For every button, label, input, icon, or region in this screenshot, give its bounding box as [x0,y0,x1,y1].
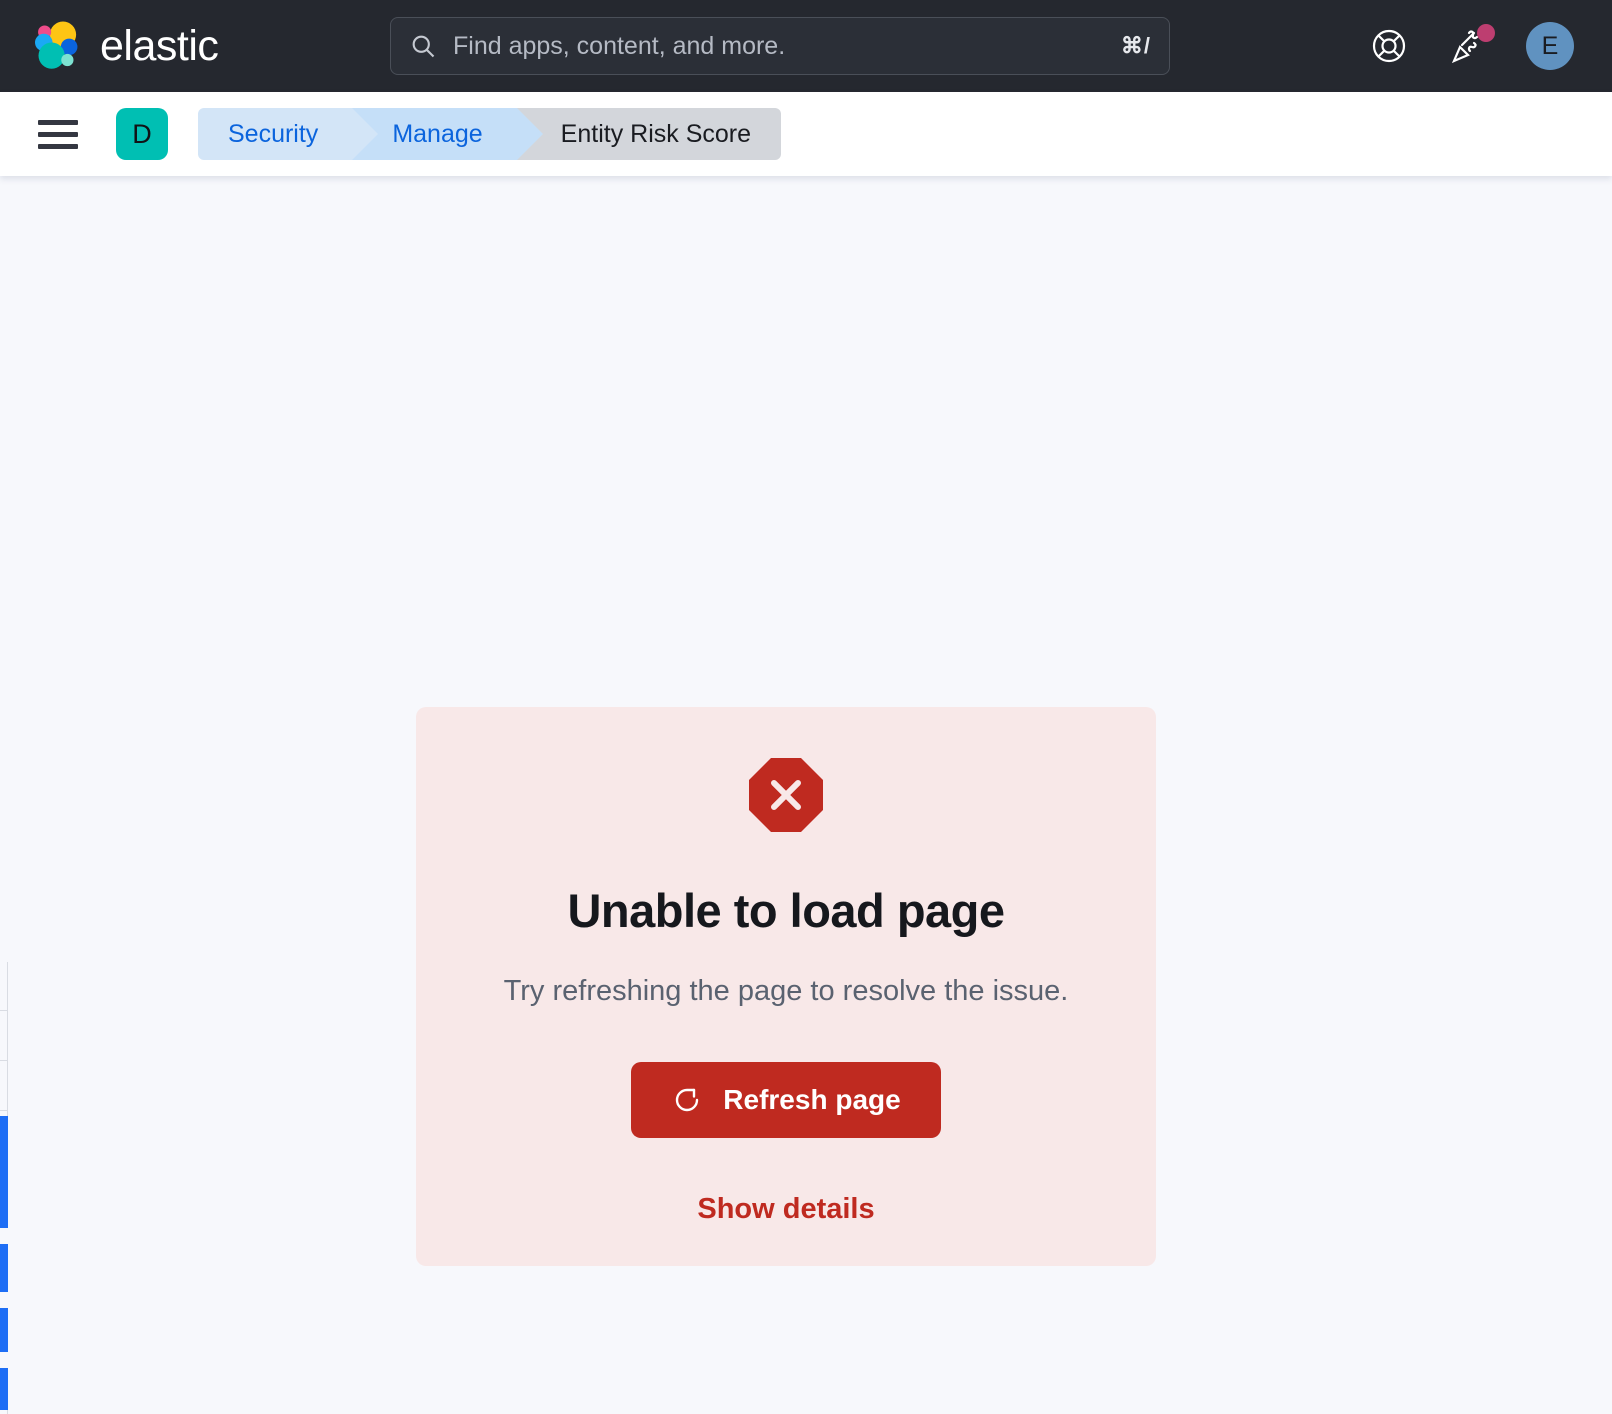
page-title: Unable to load page [567,884,1005,937]
header-actions: E [1366,0,1574,92]
error-panel: Unable to load page Try refreshing the p… [416,707,1156,1266]
global-header: elastic Find apps, content, and more. ⌘/ [0,0,1612,92]
breadcrumb: Security Manage Entity Risk Score [198,108,782,160]
error-subtitle: Try refreshing the page to resolve the i… [503,975,1069,1007]
notification-dot [1477,24,1495,42]
avatar[interactable]: E [1526,22,1574,70]
search-input[interactable]: Find apps, content, and more. ⌘/ [390,17,1170,75]
search-icon [412,35,435,58]
offscreen-panel-accent-bar [0,1116,8,1410]
help-icon [1372,29,1406,63]
refresh-page-label: Refresh page [723,1084,901,1115]
hamburger-menu-icon[interactable] [38,114,78,154]
show-details-link[interactable]: Show details [697,1193,874,1226]
space-badge-label: D [132,118,152,149]
elastic-logo-icon [35,21,78,69]
news-button[interactable] [1446,23,1495,69]
breadcrumb-bar: D Security Manage Entity Risk Score [0,92,1612,176]
elastic-logo-home-link[interactable]: elastic [28,18,219,74]
error-octagon-icon [747,756,825,839]
search-placeholder-text: Find apps, content, and more. [453,31,786,60]
avatar-initial: E [1541,31,1559,60]
global-search[interactable]: Find apps, content, and more. ⌘/ [390,17,1170,75]
search-shortcut-badge: ⌘/ [1120,33,1151,58]
brand-name: elastic [100,21,219,70]
refresh-page-button[interactable]: Refresh page [631,1062,941,1138]
main-content: Unable to load page Try refreshing the p… [0,176,1612,1414]
breadcrumb-item-security[interactable]: Security [198,108,379,160]
help-button[interactable] [1366,23,1412,69]
breadcrumb-item-entity-risk-score: Entity Risk Score [516,108,782,160]
space-badge[interactable]: D [116,108,168,160]
error-octagon-svg [749,758,823,832]
refresh-icon [676,1088,699,1112]
